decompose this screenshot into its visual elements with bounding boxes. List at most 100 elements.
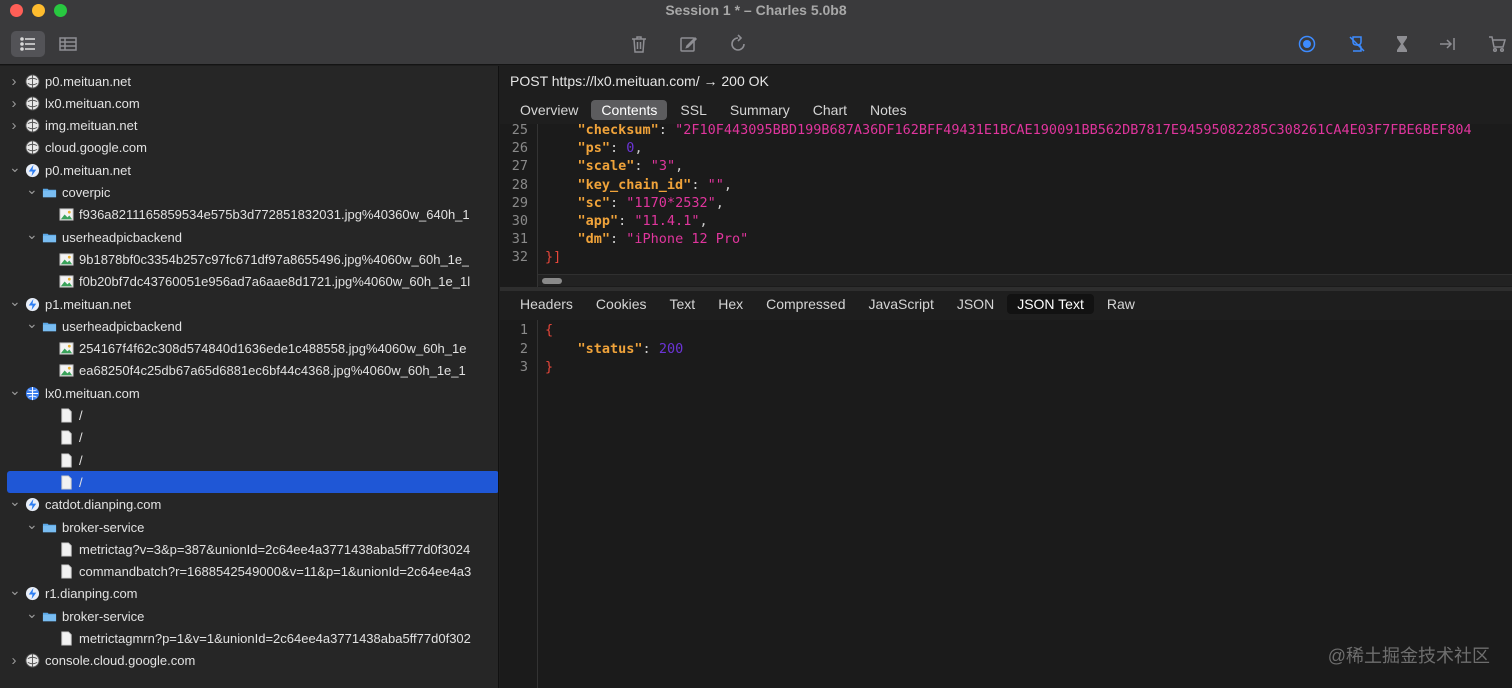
breakpoint-button[interactable] — [1385, 31, 1419, 57]
tab-javascript[interactable]: JavaScript — [858, 294, 943, 314]
tree-item-label: coverpic — [62, 185, 111, 200]
tree-item[interactable]: metrictagmrn?p=1&v=1&unionId=2c64ee4a377… — [0, 628, 498, 650]
tree-item[interactable]: ⌄ broker-service — [0, 516, 498, 538]
tab-cookies[interactable]: Cookies — [586, 294, 657, 314]
line-gutter — [500, 320, 538, 688]
json-value: "" — [707, 176, 724, 193]
chevron-right-icon[interactable]: › — [9, 73, 19, 90]
tree-item[interactable]: › p0.meituan.net — [0, 70, 498, 92]
code-line: "dm": "iPhone 12 Pro" — [545, 231, 749, 247]
tab-overview[interactable]: Overview — [510, 100, 588, 120]
tab-headers[interactable]: Headers — [510, 294, 583, 314]
record-button[interactable] — [1290, 31, 1324, 57]
tree-item[interactable]: / — [0, 449, 498, 471]
tree-item[interactable]: › console.cloud.google.com — [0, 650, 498, 672]
chevron-down-icon[interactable]: ⌄ — [9, 382, 21, 399]
chevron-down-icon[interactable]: ⌄ — [26, 181, 38, 198]
tree-item[interactable]: ⌄ lx0.meituan.com — [0, 382, 498, 404]
throttle-button[interactable] — [1340, 31, 1374, 57]
tree-item[interactable]: ⌄ userheadpicbackend — [0, 315, 498, 337]
tab-contents[interactable]: Contents — [591, 100, 668, 120]
edit-button[interactable] — [671, 31, 705, 57]
refresh-icon — [731, 34, 745, 51]
map-button[interactable] — [1430, 31, 1464, 57]
chevron-down-icon[interactable]: ⌄ — [9, 293, 21, 310]
tab-text[interactable]: Text — [660, 294, 706, 314]
json-value: "2F10F443095BBD199B687A36DF162BFF49431E1… — [675, 124, 1472, 138]
bolt-icon — [25, 163, 40, 178]
trash-button[interactable] — [622, 31, 656, 57]
table-view-button[interactable] — [51, 31, 85, 57]
chevron-down-icon[interactable]: ⌄ — [9, 582, 21, 599]
tab-notes[interactable]: Notes — [860, 100, 917, 120]
scrollbar-thumb[interactable] — [542, 278, 562, 284]
json-value: "3" — [650, 158, 676, 175]
tree-item[interactable]: › lx0.meituan.com — [0, 92, 498, 114]
tree-item[interactable]: / — [0, 405, 498, 427]
tab-json[interactable]: JSON — [947, 294, 1004, 314]
tree-item[interactable]: ⌄ coverpic — [0, 181, 498, 204]
line-number: 26 — [511, 140, 528, 157]
table-view-icon — [59, 37, 77, 51]
tab-json-text[interactable]: JSON Text — [1007, 294, 1094, 314]
tree-item-label: metrictag?v=3&p=387&unionId=2c64ee4a3771… — [79, 541, 471, 557]
tree-item[interactable]: ⌄ catdot.dianping.com — [0, 493, 498, 516]
forward-arrow-icon — [1440, 38, 1455, 50]
chevron-down-icon[interactable]: ⌄ — [26, 516, 38, 533]
line-number: 25 — [511, 124, 528, 138]
tree-item[interactable]: 254167f4f62c308d574840d1636ede1c488558.j… — [0, 338, 498, 360]
chevron-right-icon[interactable]: › — [9, 95, 19, 112]
chevron-down-icon[interactable]: ⌄ — [9, 159, 21, 176]
chevron-down-icon[interactable]: ⌄ — [9, 493, 21, 510]
tab-hex[interactable]: Hex — [708, 294, 753, 314]
json-key: "key_chain_id" — [577, 176, 692, 193]
tree-item[interactable]: ⌄ r1.dianping.com — [0, 582, 498, 605]
tree-item[interactable]: ⌄ p0.meituan.net — [0, 159, 498, 181]
tree-item[interactable]: › img.meituan.net — [0, 115, 498, 137]
chevron-right-icon[interactable]: › — [9, 117, 19, 134]
request-body[interactable]: 25 "checksum": "2F10F443095BBD199B687A36… — [500, 124, 1512, 287]
tree-item-label: / — [79, 408, 83, 423]
tab-ssl[interactable]: SSL — [670, 100, 716, 120]
tree-item-label: / — [79, 474, 83, 490]
chevron-down-icon[interactable]: ⌄ — [26, 315, 38, 332]
chevron-down-icon[interactable]: ⌄ — [26, 226, 38, 243]
tree-item[interactable]: / — [0, 427, 498, 449]
response-body[interactable]: 1 {2 "status": 200 3} — [500, 320, 1512, 688]
tree-item[interactable]: f0b20bf7dc43760051e956ad7a6aae8d1721.jpg… — [0, 271, 498, 293]
list-view-button[interactable] — [11, 31, 45, 57]
chevron-down-icon[interactable]: ⌄ — [26, 605, 38, 622]
json-separator: : — [691, 176, 708, 193]
cart-button[interactable] — [1480, 31, 1512, 57]
document-icon — [59, 631, 74, 646]
tree-item[interactable]: commandbatch?r=1688542549000&v=11&p=1&un… — [0, 561, 498, 583]
json-punctuation: , — [723, 176, 732, 193]
tree-item[interactable]: f936a8211165859534e575b3d772851832031.jp… — [0, 204, 498, 226]
tree-item-label: / — [79, 430, 83, 446]
tree-item-label: f936a8211165859534e575b3d772851832031.jp… — [79, 207, 470, 223]
tree-item[interactable]: 9b1878bf0c3354b257c97fc671df97a8655496.j… — [0, 248, 498, 270]
tree-item-label: lx0.meituan.com — [45, 95, 140, 111]
code-line: }] — [545, 249, 562, 266]
horizontal-scrollbar[interactable] — [538, 274, 1512, 286]
tree-item[interactable]: ⌄ broker-service — [0, 605, 498, 627]
json-punctuation: , — [675, 158, 684, 175]
tab-summary[interactable]: Summary — [720, 100, 800, 120]
refresh-button[interactable] — [721, 31, 755, 57]
tree-item[interactable]: / — [7, 471, 498, 494]
tab-raw[interactable]: Raw — [1097, 294, 1145, 314]
tab-chart[interactable]: Chart — [803, 100, 857, 120]
tree-item[interactable]: metrictag?v=3&p=387&unionId=2c64ee4a3771… — [0, 538, 498, 560]
code-line: } — [545, 359, 553, 375]
structure-tree[interactable]: › p0.meituan.net › lx0.meituan.com › img.meit… — [0, 66, 499, 688]
tab-compressed[interactable]: Compressed — [756, 294, 855, 314]
tree-item[interactable]: ea68250f4c25db67a65d6881ec6bf44c4368.jpg… — [0, 360, 498, 382]
json-separator: : — [642, 340, 659, 357]
chevron-right-icon[interactable]: › — [9, 652, 19, 669]
code-line: "key_chain_id": "", — [545, 177, 732, 193]
split-divider[interactable] — [500, 287, 1512, 291]
bolt-icon — [25, 497, 40, 512]
tree-item[interactable]: ⌄ userheadpicbackend — [0, 226, 498, 248]
tree-item[interactable]: cloud.google.com — [0, 137, 498, 159]
tree-item[interactable]: ⌄ p1.meituan.net — [0, 293, 498, 315]
